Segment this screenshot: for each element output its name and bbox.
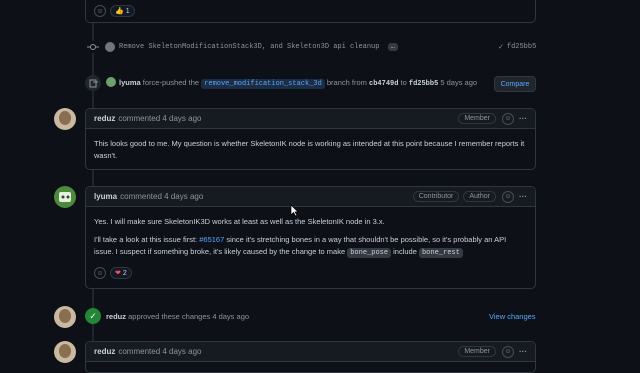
comment-paragraph: Yes. I will make sure SkeletonIK3D works… bbox=[94, 217, 385, 226]
comment-paragraph: I'll take a look at this issue first: #6… bbox=[86, 228, 535, 259]
push-branch-word: branch from bbox=[326, 78, 367, 87]
avatar-mini bbox=[106, 77, 116, 87]
push-user[interactable]: lyuma bbox=[119, 78, 141, 87]
commit-icon bbox=[86, 41, 100, 53]
approval-text: approved these changes 4 days ago bbox=[128, 312, 250, 321]
more-options-icon[interactable]: ··· bbox=[519, 192, 527, 201]
heart-icon: ❤ bbox=[115, 270, 121, 277]
avatar[interactable] bbox=[54, 108, 76, 130]
reaction-count: 1 bbox=[125, 7, 130, 15]
view-changes-button[interactable]: View changes bbox=[489, 312, 536, 321]
mouse-cursor-icon bbox=[290, 204, 299, 217]
comment-meta[interactable]: commented 4 days ago bbox=[120, 192, 203, 201]
thumbs-up-reaction[interactable]: 👍 1 bbox=[110, 5, 135, 17]
comment-header: reduz commented 4 days ago Member ☺ ··· bbox=[86, 109, 535, 129]
add-reaction-icon[interactable]: ☺ bbox=[502, 112, 514, 125]
comment-card: reduz commented 4 days ago Member ☺ ··· bbox=[85, 341, 536, 373]
push-action: force-pushed the bbox=[142, 78, 200, 87]
comment-text: I'll take a look at this issue first: bbox=[94, 235, 200, 244]
commit-sha[interactable]: fd25bb5 bbox=[507, 43, 536, 52]
comment-text: include bbox=[391, 247, 419, 256]
comment-header: lyuma commented 4 days ago Contributor A… bbox=[86, 187, 535, 207]
approved-check-icon: ✓ bbox=[85, 308, 101, 324]
member-badge: Member bbox=[458, 346, 496, 357]
comment-meta[interactable]: commented 4 days ago bbox=[118, 347, 201, 356]
issue-link[interactable]: #65167 bbox=[199, 235, 224, 244]
comment-author[interactable]: reduz bbox=[94, 347, 115, 356]
comment-author[interactable]: reduz bbox=[94, 114, 115, 123]
comment-meta[interactable]: commented 4 days ago bbox=[118, 114, 201, 123]
add-reaction-icon[interactable]: ☺ bbox=[502, 345, 514, 358]
inline-code: bone_rest bbox=[418, 248, 463, 258]
push-time[interactable]: 5 days ago bbox=[440, 78, 477, 87]
previous-comment-card: ☺ 👍 1 bbox=[85, 0, 536, 23]
thumbs-up-icon: 👍 bbox=[115, 8, 124, 15]
avatar-mini bbox=[105, 42, 115, 52]
add-reaction-icon[interactable]: ☺ bbox=[502, 190, 514, 203]
from-sha[interactable]: cb4749d bbox=[369, 80, 398, 88]
branch-name[interactable]: remove_modification_stack_3d bbox=[201, 79, 325, 89]
more-options-icon[interactable]: ··· bbox=[519, 114, 527, 123]
add-reaction-icon[interactable]: ☺ bbox=[94, 5, 106, 17]
more-options-icon[interactable]: ··· bbox=[519, 347, 527, 356]
timeline-line bbox=[92, 0, 94, 360]
force-push-icon bbox=[85, 75, 101, 91]
to-sha[interactable]: fd25bb5 bbox=[409, 80, 438, 88]
author-badge: Author bbox=[463, 191, 496, 202]
avatar[interactable] bbox=[54, 186, 76, 208]
comment-card: reduz commented 4 days ago Member ☺ ··· … bbox=[85, 108, 536, 170]
avatar[interactable] bbox=[54, 306, 76, 328]
approval-user[interactable]: reduz bbox=[106, 312, 126, 321]
check-icon: ✓ bbox=[498, 44, 504, 52]
comment-header: reduz commented 4 days ago Member ☺ ··· bbox=[86, 342, 535, 362]
heart-reaction[interactable]: ❤ 2 bbox=[110, 267, 132, 279]
commit-expand-button[interactable]: … bbox=[387, 43, 398, 51]
compare-button[interactable]: Compare bbox=[494, 76, 536, 92]
contributor-badge: Contributor bbox=[412, 191, 460, 202]
add-reaction-icon[interactable]: ☺ bbox=[94, 267, 106, 279]
comment-body: This looks good to me. My question is wh… bbox=[94, 139, 525, 160]
comment-card: lyuma commented 4 days ago Contributor A… bbox=[85, 186, 536, 289]
member-badge: Member bbox=[458, 113, 496, 124]
push-to-word: to bbox=[400, 78, 407, 87]
comment-author[interactable]: lyuma bbox=[94, 192, 117, 201]
commit-message[interactable]: Remove SkeletonModificationStack3D, and … bbox=[119, 43, 379, 51]
reaction-count: 2 bbox=[122, 269, 127, 277]
inline-code: bone_pose bbox=[347, 248, 392, 258]
